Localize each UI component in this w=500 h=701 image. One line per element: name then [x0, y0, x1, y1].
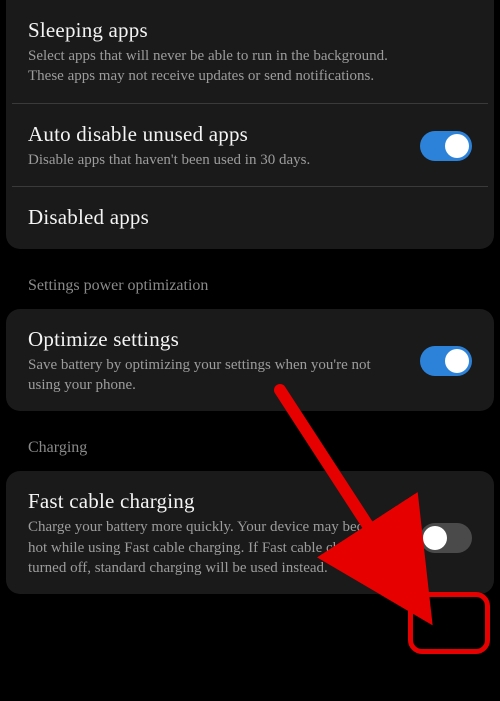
auto-disable-row[interactable]: Auto disable unused apps Disable apps th…	[6, 104, 494, 186]
optimize-desc: Save battery by optimizing your settings…	[28, 355, 404, 396]
optimize-title: Optimize settings	[28, 327, 404, 352]
section-label-power: Settings power optimization	[0, 257, 500, 301]
auto-disable-toggle[interactable]	[420, 131, 472, 161]
auto-disable-title: Auto disable unused apps	[28, 122, 404, 147]
optimize-toggle[interactable]	[420, 346, 472, 376]
apps-power-card: Sleeping apps Select apps that will neve…	[6, 0, 494, 249]
section-label-charging: Charging	[0, 419, 500, 463]
fast-charging-row[interactable]: Fast cable charging Charge your battery …	[6, 471, 494, 594]
charging-card: Fast cable charging Charge your battery …	[6, 471, 494, 594]
fast-charging-desc: Charge your battery more quickly. Your d…	[28, 517, 404, 578]
auto-disable-desc: Disable apps that haven't been used in 3…	[28, 150, 404, 170]
highlight-box	[408, 592, 490, 654]
toggle-knob	[445, 349, 469, 373]
disabled-apps-row[interactable]: Disabled apps	[6, 187, 494, 249]
toggle-knob	[445, 134, 469, 158]
sleeping-apps-row[interactable]: Sleeping apps Select apps that will neve…	[6, 0, 494, 103]
sleeping-apps-desc: Select apps that will never be able to r…	[28, 46, 408, 87]
fast-charging-toggle[interactable]	[420, 523, 472, 553]
disabled-apps-title: Disabled apps	[28, 205, 472, 230]
optimize-card: Optimize settings Save battery by optimi…	[6, 309, 494, 412]
optimize-settings-row[interactable]: Optimize settings Save battery by optimi…	[6, 309, 494, 412]
sleeping-apps-title: Sleeping apps	[28, 18, 472, 43]
toggle-knob	[423, 526, 447, 550]
fast-charging-title: Fast cable charging	[28, 489, 404, 514]
settings-screen: Sleeping apps Select apps that will neve…	[0, 0, 500, 701]
